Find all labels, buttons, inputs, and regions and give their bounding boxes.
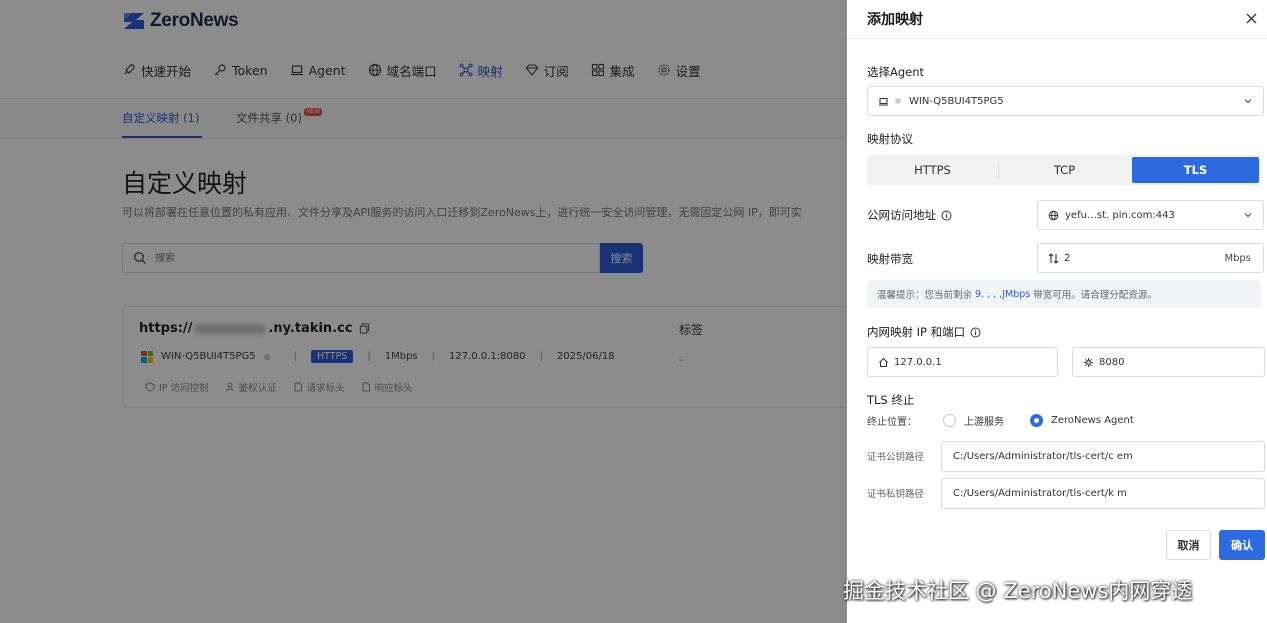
bandwidth-unit: Mbps [1224,252,1251,264]
protocol-segmented: HTTPS TCP TLS [867,155,1261,185]
radio-label: ZeroNews Agent [1051,415,1134,426]
protocol-tcp-button[interactable]: TCP [1001,157,1128,183]
agent-label: 选择Agent [867,65,925,79]
cert-public-key-label: 证书公钥路径 [867,452,925,463]
local-address-label-text: 内网映射 IP 和端口 [867,325,966,339]
radio-circle-checked [1030,414,1043,427]
chevron-down-icon [1244,213,1252,218]
tip-remaining: 9. , , ,JMbps [975,288,1031,300]
close-button[interactable] [1243,10,1259,26]
add-mapping-drawer: 添加映射 选择Agent WIN-Q5BUI4T5PG5 映射协议 HTTPS … [847,0,1267,623]
bandwidth-value: 2 [1064,252,1071,264]
home-icon [879,357,888,367]
protocol-tls-button[interactable]: TLS [1132,157,1259,183]
chevron-down-icon [1244,99,1252,104]
cert-public-key-input[interactable]: C:/Users/Administrator/tls-cert/c em [941,441,1265,472]
radio-circle [943,414,956,427]
watermark: 掘金技术社区 @ ZeroNews内网穿透 [843,579,1193,603]
laptop-icon [879,97,888,105]
status-dot [895,98,901,104]
tls-termination-label: TLS 终止 [867,393,915,407]
protocol-https-button[interactable]: HTTPS [869,157,996,183]
public-address-label: 公网访问地址 [867,207,952,223]
public-address-value: yefu…st. pin.com:443 [1065,209,1175,221]
local-ip-input[interactable]: 127.0.0.1 [867,347,1058,377]
local-port-value: 8080 [1099,356,1125,368]
bandwidth-icon [1048,252,1059,264]
drawer-header-divider [847,38,1267,39]
confirm-button[interactable]: 确认 [1219,530,1265,560]
bandwidth-label: 映射带宽 [867,252,913,266]
radio-zeronews-agent[interactable]: ZeroNews Agent [1030,414,1134,427]
local-ip-value: 127.0.0.1 [894,356,942,368]
agent-select[interactable]: WIN-Q5BUI4T5PG5 [867,86,1264,116]
radio-upstream-service[interactable]: 上游服务 [943,413,1004,428]
local-address-label: 内网映射 IP 和端口 [867,324,981,340]
cert-private-key-input[interactable]: C:/Users/Administrator/tls-cert/k m [941,478,1265,509]
protocol-label: 映射协议 [867,132,913,146]
cert-private-key-label: 证书私钥路径 [867,489,925,500]
termination-radio-group: 终止位置： 上游服务 ZeroNews Agent [867,413,1134,428]
cancel-button[interactable]: 取消 [1166,530,1211,560]
local-port-input[interactable]: 8080 [1072,347,1265,377]
port-icon [1084,357,1093,367]
segment-divider [998,161,999,179]
drawer-title: 添加映射 [867,12,923,28]
public-address-label-text: 公网访问地址 [867,208,936,222]
bandwidth-input[interactable]: 2 Mbps [1037,243,1264,273]
globe-icon [1048,210,1059,220]
bandwidth-tip: 温馨提示：您当前剩余 9. , , ,JMbps 带宽可用。请合理分配资源。 [867,280,1261,308]
public-address-select[interactable]: yefu…st. pin.com:443 [1037,200,1264,230]
info-icon[interactable] [970,327,981,338]
tip-prefix: 温馨提示：您当前剩余 [877,290,973,301]
tip-suffix: 带宽可用。请合理分配资源。 [1033,290,1157,301]
agent-select-value: WIN-Q5BUI4T5PG5 [909,95,1004,107]
termination-label: 终止位置： [867,417,917,428]
close-icon [1246,13,1256,23]
info-icon[interactable] [941,210,952,221]
radio-label: 上游服务 [964,417,1004,428]
